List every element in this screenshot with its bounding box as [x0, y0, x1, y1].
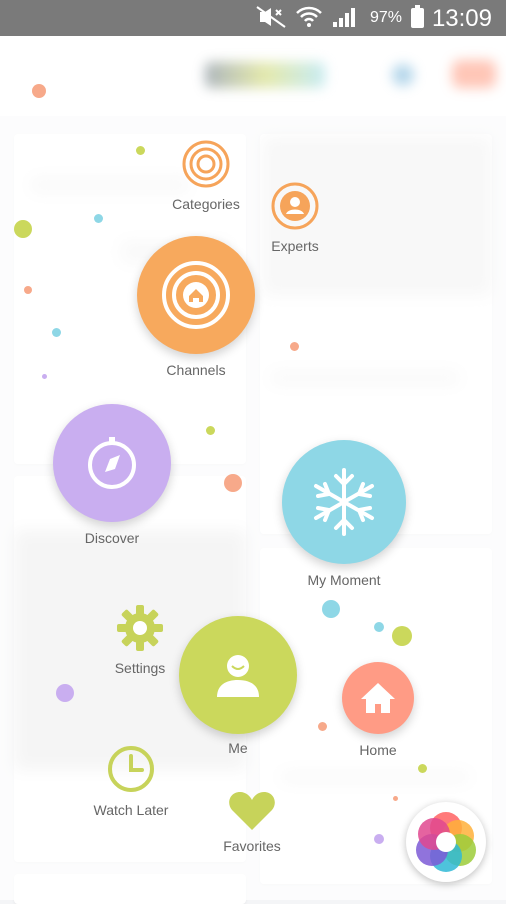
- home-target-icon: [162, 261, 230, 329]
- status-bar: 97% 13:09: [0, 0, 506, 36]
- menu-label-watch-later: Watch Later: [93, 802, 169, 818]
- compass-icon: [88, 437, 136, 489]
- menu-label-my-moment: My Moment: [307, 572, 381, 588]
- menu-item-me[interactable]: Me: [178, 616, 298, 756]
- decorative-dot: [52, 328, 61, 337]
- snowflake-icon: [314, 468, 374, 536]
- discover-circle: [53, 404, 171, 522]
- decorative-dot: [136, 146, 145, 155]
- signal-icon: [333, 8, 355, 27]
- decorative-dot: [224, 474, 242, 492]
- blurred-search-icon: [392, 64, 414, 86]
- mute-icon: [256, 6, 286, 28]
- battery-icon: [411, 5, 424, 28]
- menu-item-discover[interactable]: Discover: [52, 404, 172, 546]
- menu-item-categories[interactable]: Categories: [166, 140, 246, 212]
- decorative-dot: [374, 834, 384, 844]
- me-circle: [179, 616, 297, 734]
- decorative-dot: [392, 626, 412, 646]
- status-icons: [256, 6, 356, 28]
- gear-icon: [117, 605, 163, 651]
- menu-label-favorites: Favorites: [223, 838, 281, 854]
- decorative-dot: [322, 600, 340, 618]
- blurred-menu-icon: [452, 60, 496, 88]
- menu-item-favorites[interactable]: Favorites: [212, 790, 292, 854]
- my-moment-circle: [282, 440, 406, 564]
- menu-label-home: Home: [359, 742, 397, 758]
- status-time: 13:09: [431, 5, 492, 32]
- menu-label-settings: Settings: [114, 660, 166, 676]
- decorative-dot: [94, 214, 103, 223]
- menu-label-channels: Channels: [166, 362, 226, 378]
- clock-icon: [108, 746, 154, 792]
- blurred-logo: [205, 62, 325, 88]
- color-wheel-button[interactable]: [406, 802, 486, 882]
- decorative-dot: [56, 684, 74, 702]
- user-icon: [217, 655, 259, 697]
- menu-item-watch-later[interactable]: Watch Later: [86, 744, 176, 818]
- menu-item-experts[interactable]: Experts: [255, 182, 335, 254]
- channels-circle: [137, 236, 255, 354]
- person-target-icon: [271, 182, 319, 230]
- home-icon: [361, 683, 395, 713]
- decorative-dot: [32, 84, 46, 98]
- menu-label-me: Me: [228, 740, 248, 756]
- decorative-dot: [418, 764, 427, 773]
- decorative-dot: [374, 622, 384, 632]
- decorative-dot: [14, 220, 32, 238]
- home-circle: [342, 662, 414, 734]
- menu-label-categories: Categories: [172, 196, 240, 212]
- decorative-dot: [24, 286, 32, 294]
- color-wheel-icon: [416, 812, 476, 872]
- heart-icon: [229, 792, 275, 830]
- app-header: [0, 36, 506, 116]
- decorative-dot: [393, 796, 398, 801]
- decorative-dot: [318, 722, 327, 731]
- menu-item-settings[interactable]: Settings: [100, 604, 180, 676]
- decorative-dot: [206, 426, 215, 435]
- menu-item-home[interactable]: Home: [338, 662, 418, 758]
- battery-percent: 97%: [369, 9, 402, 26]
- menu-label-discover: Discover: [84, 530, 140, 546]
- menu-label-experts: Experts: [271, 238, 319, 254]
- menu-item-my-moment[interactable]: My Moment: [282, 440, 406, 588]
- decorative-dot: [42, 374, 47, 379]
- decorative-dot: [290, 342, 299, 351]
- menu-item-channels[interactable]: Channels: [136, 236, 256, 378]
- target-icon: [182, 140, 230, 188]
- wifi-icon: [296, 6, 322, 27]
